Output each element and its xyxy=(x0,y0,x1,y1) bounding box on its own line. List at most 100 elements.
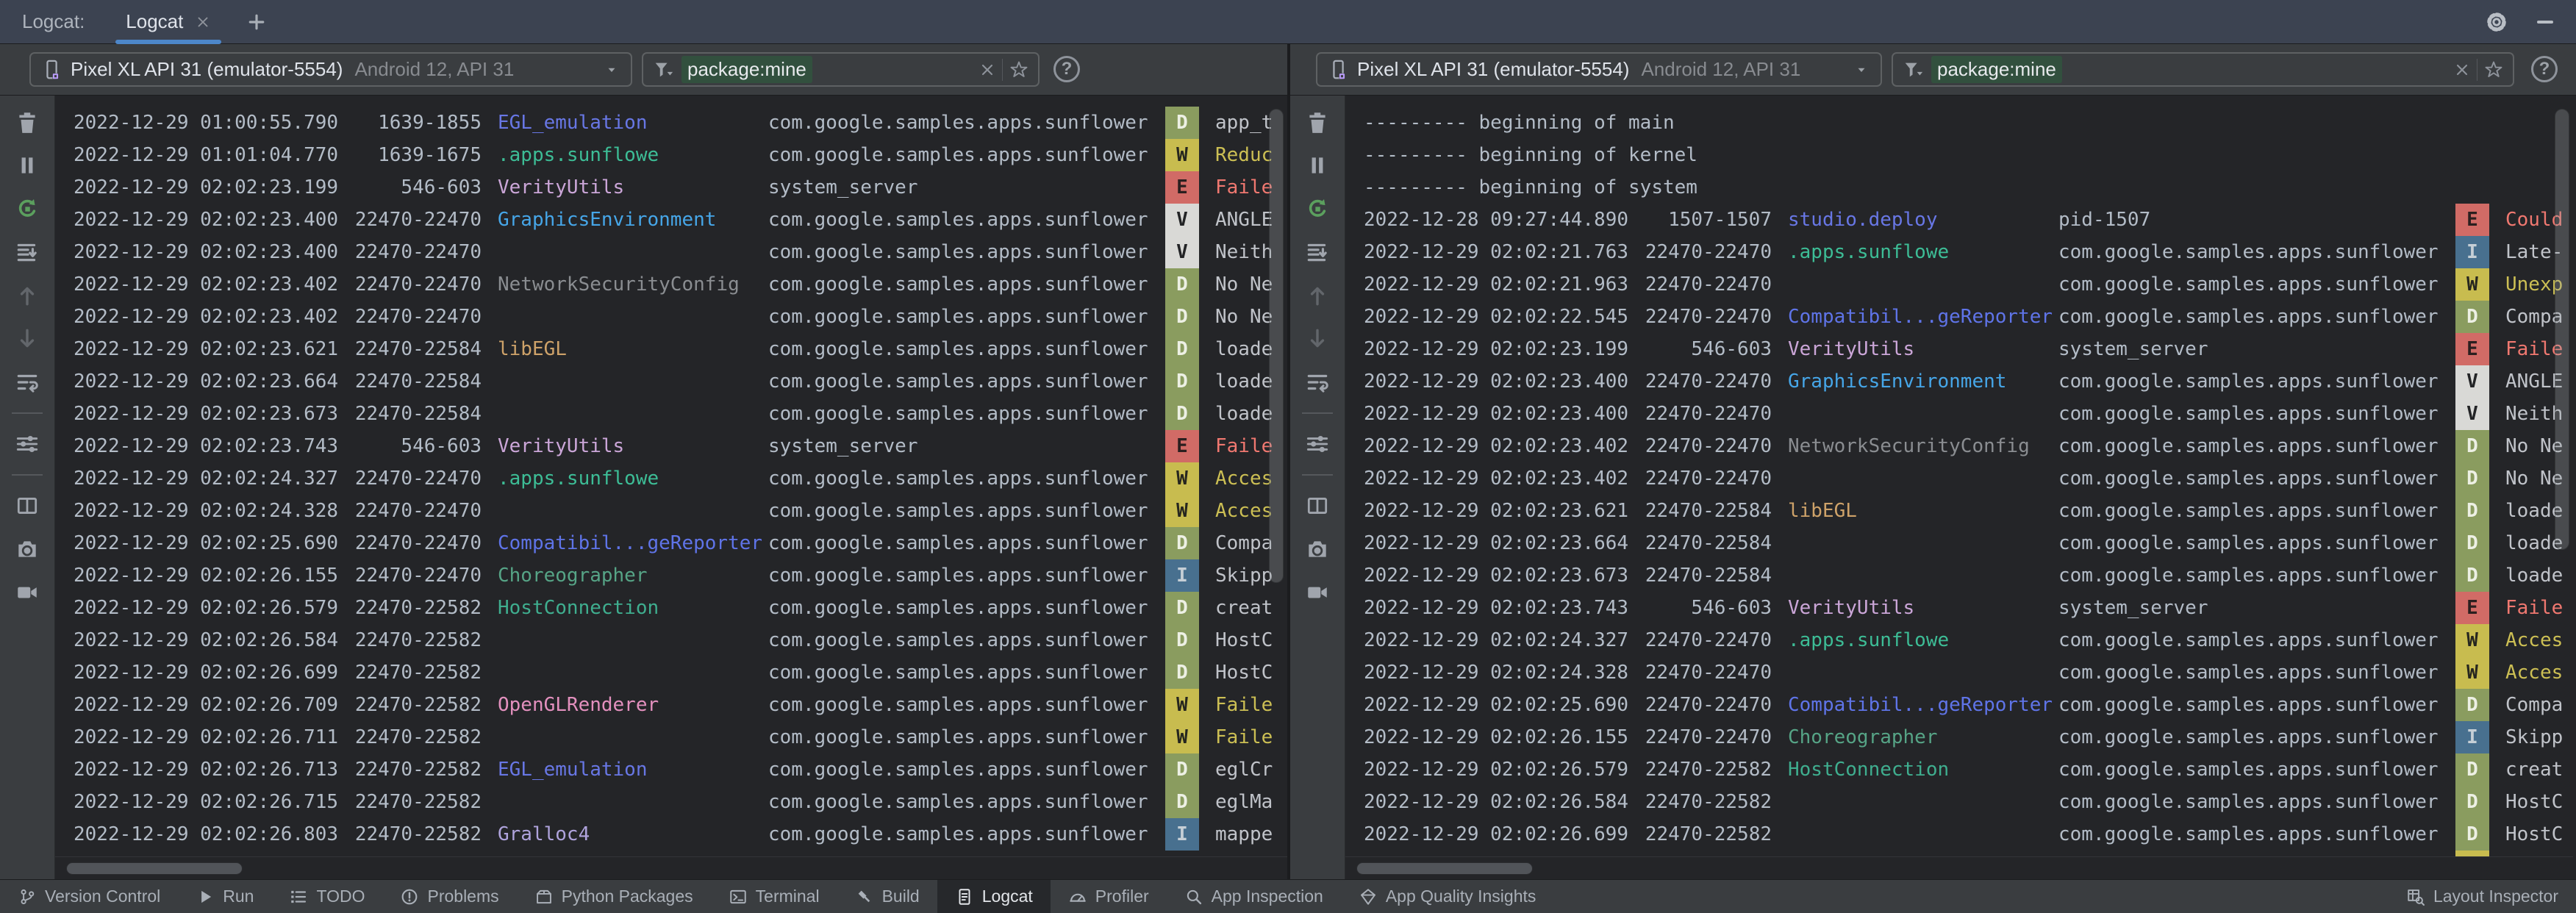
statusbar-item-terminal[interactable]: Terminal xyxy=(711,880,837,913)
previous-occurrence-icon[interactable] xyxy=(11,279,43,312)
log-row[interactable]: 2022-12-29 02:02:26.155 22470-22470 Choreo… xyxy=(1345,721,2573,753)
log-marker-row[interactable]: --------- beginning of main xyxy=(1345,107,2573,139)
log-row[interactable]: 2022-12-29 02:02:24.328 22470-22470 com.go… xyxy=(1345,656,2573,689)
log-row[interactable]: 2022-12-29 02:02:23.621 22470-22584 libEGL… xyxy=(1345,495,2573,527)
scroll-to-end-icon[interactable] xyxy=(11,236,43,268)
log-row[interactable]: 2022-12-29 02:02:23.199 546-603 VerityUtil… xyxy=(55,171,1287,204)
log-row[interactable]: 2022-12-29 02:02:23.400 22470-22470 Graphi… xyxy=(1345,365,2573,398)
statusbar-item-python-packages[interactable]: Python Packages xyxy=(517,880,711,913)
logcat-filter-field[interactable]: package:mine xyxy=(1892,52,2514,87)
log-row[interactable]: 2022-12-29 02:02:26.803 22470-22582 Grallo… xyxy=(55,818,1287,851)
filter-funnel-icon[interactable] xyxy=(652,59,674,81)
vertical-scrollbar[interactable] xyxy=(2555,109,2569,550)
statusbar-item-todo[interactable]: TODO xyxy=(271,880,382,913)
device-selector[interactable]: Pixel XL API 31 (emulator-5554) Android … xyxy=(1316,52,1882,87)
log-row[interactable]: 2022-12-29 02:02:26.711 22470-22582 com.go… xyxy=(55,721,1287,753)
gear-icon[interactable] xyxy=(2485,10,2508,34)
log-row[interactable]: 2022-12-29 02:02:26.579 22470-22582 HostCo… xyxy=(55,592,1287,624)
add-tab-icon[interactable] xyxy=(246,12,267,32)
clear-logcat-icon[interactable] xyxy=(1301,106,1334,138)
log-view[interactable]: --------- beginning of main --------- beg… xyxy=(1345,96,2573,879)
log-row[interactable]: 2022-12-29 02:02:24.328 22470-22470 com.go… xyxy=(55,495,1287,527)
statusbar-item-app-quality-insights[interactable]: App Quality Insights xyxy=(1341,880,1554,913)
log-row[interactable]: 2022-12-29 02:02:23.400 22470-22470 Graphi… xyxy=(55,204,1287,236)
statusbar-item-logcat[interactable]: Logcat xyxy=(937,880,1051,913)
restart-logcat-icon[interactable] xyxy=(1301,193,1334,225)
take-screenshot-icon[interactable] xyxy=(11,533,43,565)
statusbar-item-build[interactable]: Build xyxy=(837,880,937,913)
statusbar-item-problems[interactable]: Problems xyxy=(382,880,516,913)
split-panels-icon[interactable] xyxy=(11,490,43,522)
log-row[interactable]: 2022-12-29 02:02:23.402 22470-22470 Networ… xyxy=(1345,430,2573,462)
log-row[interactable]: 2022-12-29 02:02:25.690 22470-22470 Compat… xyxy=(55,527,1287,559)
log-marker-row[interactable]: --------- beginning of kernel xyxy=(1345,139,2573,171)
log-row[interactable]: W xyxy=(1345,851,2573,856)
minimize-icon[interactable] xyxy=(2533,10,2557,34)
logcat-formatting-options-icon[interactable] xyxy=(11,428,43,460)
log-row[interactable]: 2022-12-29 02:02:23.400 22470-22470 com.go… xyxy=(55,236,1287,268)
log-row[interactable]: 2022-12-29 02:02:23.743 546-603 VerityUtil… xyxy=(55,430,1287,462)
log-row[interactable]: 2022-12-29 02:02:22.545 22470-22470 Compat… xyxy=(1345,301,2573,333)
clear-logcat-icon[interactable] xyxy=(11,106,43,138)
log-row[interactable]: 2022-12-29 02:02:21.763 22470-22470 .apps.… xyxy=(1345,236,2573,268)
log-row[interactable]: 2022-12-29 02:02:26.699 22470-22582 com.go… xyxy=(55,656,1287,689)
log-row[interactable]: 2022-12-29 02:02:26.715 22470-22582 com.go… xyxy=(55,786,1287,818)
horizontal-scrollbar[interactable] xyxy=(66,862,243,875)
filter-query-token[interactable]: package:mine xyxy=(681,56,812,83)
log-row[interactable]: 2022-12-29 02:02:26.155 22470-22470 Choreo… xyxy=(55,559,1287,592)
log-row[interactable]: 2022-12-29 02:02:24.327 22470-22470 .apps.… xyxy=(1345,624,2573,656)
filter-funnel-icon[interactable] xyxy=(1902,59,1924,81)
favorite-filter-icon[interactable] xyxy=(1009,60,1029,80)
log-row[interactable]: 2022-12-29 02:02:26.699 22470-22582 com.go… xyxy=(1345,818,2573,851)
take-screenshot-icon[interactable] xyxy=(1301,533,1334,565)
statusbar-item-run[interactable]: Run xyxy=(178,880,271,913)
next-occurrence-icon[interactable] xyxy=(1301,323,1334,355)
scroll-to-end-icon[interactable] xyxy=(1301,236,1334,268)
record-screen-icon[interactable] xyxy=(11,576,43,609)
next-occurrence-icon[interactable] xyxy=(11,323,43,355)
log-row[interactable]: 2022-12-29 02:02:23.621 22470-22584 libEGL… xyxy=(55,333,1287,365)
log-row[interactable]: 2022-12-29 02:02:23.664 22470-22584 com.go… xyxy=(1345,527,2573,559)
statusbar-item-app-inspection[interactable]: App Inspection xyxy=(1167,880,1341,913)
device-selector[interactable]: Pixel XL API 31 (emulator-5554) Android … xyxy=(29,52,632,87)
horizontal-scrollbar-track[interactable] xyxy=(1345,856,2573,879)
logcat-formatting-options-icon[interactable] xyxy=(1301,428,1334,460)
help-icon[interactable]: ? xyxy=(2531,56,2558,82)
log-row[interactable]: 2022-12-29 02:02:23.402 22470-22470 Networ… xyxy=(55,268,1287,301)
tab-logcat[interactable]: Logcat xyxy=(115,0,222,44)
record-screen-icon[interactable] xyxy=(1301,576,1334,609)
clear-filter-icon[interactable] xyxy=(2453,61,2471,79)
log-marker-row[interactable]: --------- beginning of system xyxy=(1345,171,2573,204)
log-row[interactable]: 2022-12-29 02:02:23.199 546-603 VerityUtil… xyxy=(1345,333,2573,365)
log-row[interactable]: 2022-12-29 02:02:25.690 22470-22470 Compat… xyxy=(1345,689,2573,721)
statusbar-item-version-control[interactable]: Version Control xyxy=(0,880,178,913)
logcat-filter-field[interactable]: package:mine xyxy=(642,52,1040,87)
log-view[interactable]: 2022-12-29 01:00:55.790 1639-1855 EGL_emul… xyxy=(55,96,1287,879)
horizontal-scrollbar-track[interactable] xyxy=(55,856,1287,879)
log-row[interactable]: 2022-12-28 09:27:44.890 1507-1507 studio.d… xyxy=(1345,204,2573,236)
log-row[interactable]: 2022-12-29 02:02:23.664 22470-22584 com.go… xyxy=(55,365,1287,398)
split-panels-icon[interactable] xyxy=(1301,490,1334,522)
log-row[interactable]: 2022-12-29 02:02:23.673 22470-22584 com.go… xyxy=(1345,559,2573,592)
log-row[interactable]: 2022-12-29 02:02:23.673 22470-22584 com.go… xyxy=(55,398,1287,430)
soft-wrap-icon[interactable] xyxy=(1301,366,1334,398)
log-row[interactable]: 2022-12-29 02:02:23.743 546-603 VerityUtil… xyxy=(1345,592,2573,624)
log-row[interactable]: 2022-12-29 01:01:04.770 1639-1675 .apps.su… xyxy=(55,139,1287,171)
help-icon[interactable]: ? xyxy=(1053,56,1080,82)
clear-filter-icon[interactable] xyxy=(978,61,996,79)
vertical-scrollbar[interactable] xyxy=(1269,109,1284,583)
log-row[interactable]: 2022-12-29 02:02:26.584 22470-22582 com.go… xyxy=(1345,786,2573,818)
previous-occurrence-icon[interactable] xyxy=(1301,279,1334,312)
log-row[interactable]: 2022-12-29 02:02:26.713 22470-22582 EGL_em… xyxy=(55,753,1287,786)
pause-logcat-icon[interactable] xyxy=(11,149,43,182)
log-row[interactable]: 2022-12-29 02:02:26.709 22470-22582 OpenGL… xyxy=(55,689,1287,721)
log-row[interactable]: 2022-12-29 01:00:55.790 1639-1855 EGL_emul… xyxy=(55,107,1287,139)
pause-logcat-icon[interactable] xyxy=(1301,149,1334,182)
tab-close-icon[interactable] xyxy=(195,14,211,30)
log-row[interactable]: 2022-12-29 02:02:23.402 22470-22470 com.go… xyxy=(1345,462,2573,495)
log-row[interactable]: 2022-12-29 02:02:26.579 22470-22582 HostCo… xyxy=(1345,753,2573,786)
log-row[interactable]: 2022-12-29 02:02:23.402 22470-22470 com.go… xyxy=(55,301,1287,333)
soft-wrap-icon[interactable] xyxy=(11,366,43,398)
statusbar-item-profiler[interactable]: Profiler xyxy=(1051,880,1167,913)
log-row[interactable]: 2022-12-29 02:02:21.963 22470-22470 com.go… xyxy=(1345,268,2573,301)
